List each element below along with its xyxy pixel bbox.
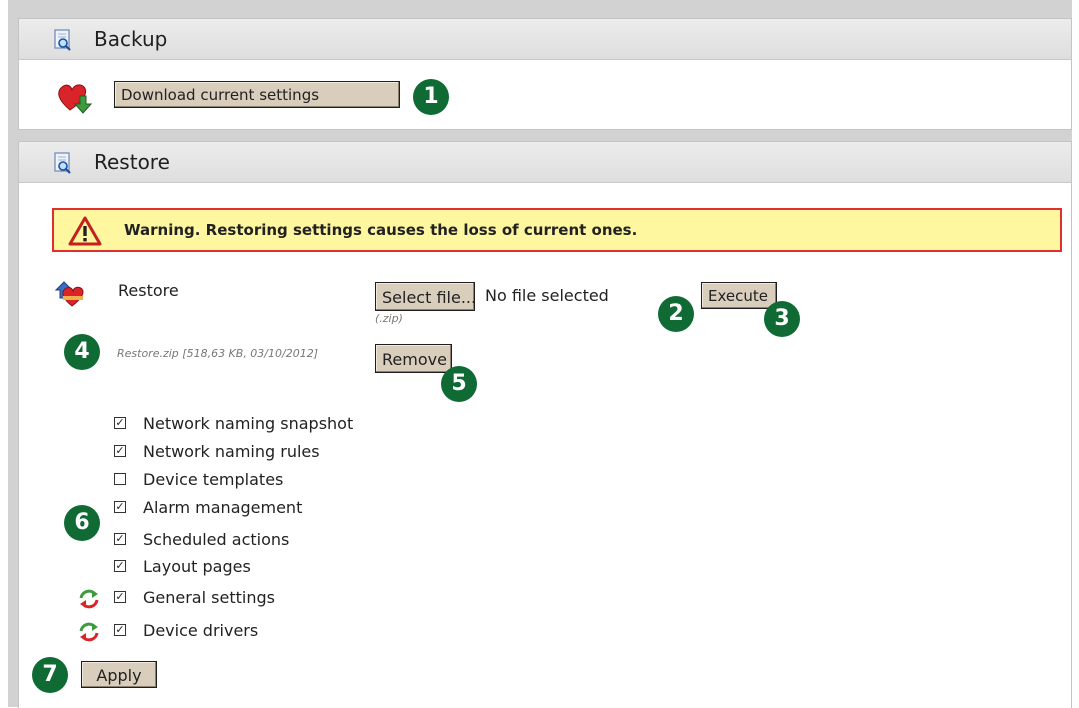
document-search-icon (54, 29, 71, 51)
option-label: Layout pages (143, 557, 251, 576)
callout-badge-1: 1 (413, 79, 449, 115)
callout-badge-6: 6 (64, 505, 100, 541)
checkbox[interactable]: ✓ (114, 417, 126, 429)
checkbox[interactable]: ✓ (114, 624, 126, 636)
heart-download-icon (58, 84, 93, 114)
backup-header: Backup (19, 19, 1071, 60)
restore-row-label: Restore (118, 281, 179, 300)
option-label: Alarm management (143, 498, 303, 517)
option-label: Device drivers (143, 621, 259, 640)
checkbox[interactable]: ✓ (114, 501, 126, 513)
restore-header: Restore (19, 142, 1071, 183)
option-label: Network naming snapshot (143, 414, 354, 433)
callout-badge-7: 7 (32, 657, 68, 693)
refresh-icon (79, 589, 99, 609)
warning-banner: Warning. Restoring settings causes the l… (52, 208, 1062, 252)
checkbox[interactable]: ✓ (114, 533, 126, 545)
callout-badge-3: 3 (764, 301, 800, 337)
warning-icon (68, 216, 102, 246)
restore-upload-icon (54, 281, 84, 307)
remove-button[interactable]: Remove (375, 344, 452, 373)
callout-badge-5: 5 (441, 366, 477, 402)
file-type-hint: (.zip) (375, 312, 403, 325)
checkbox[interactable]: ✓ (114, 560, 126, 572)
checkbox[interactable]: ✓ (114, 445, 126, 457)
refresh-icon (79, 622, 99, 642)
option-label: Scheduled actions (143, 530, 290, 549)
restore-title: Restore (94, 150, 170, 174)
execute-button[interactable]: Execute (701, 282, 777, 309)
callout-badge-4: 4 (64, 334, 100, 370)
current-file-info: Restore.zip [518,63 KB, 03/10/2012] (117, 347, 319, 360)
warning-text: Warning. Restoring settings causes the l… (124, 221, 638, 239)
checkbox[interactable]: ✓ (114, 591, 126, 603)
option-label: Network naming rules (143, 442, 320, 461)
backup-title: Backup (94, 27, 168, 51)
apply-button[interactable]: Apply (81, 661, 157, 688)
file-status-text: No file selected (485, 286, 609, 305)
checkbox[interactable] (114, 473, 126, 485)
select-file-button[interactable]: Select file... (375, 282, 476, 311)
download-settings-button[interactable]: Download current settings (114, 81, 400, 108)
document-search-icon (54, 152, 71, 174)
option-label: General settings (143, 588, 275, 607)
callout-badge-2: 2 (658, 296, 694, 332)
backup-panel: Backup (18, 18, 1072, 130)
option-label: Device templates (143, 470, 284, 489)
